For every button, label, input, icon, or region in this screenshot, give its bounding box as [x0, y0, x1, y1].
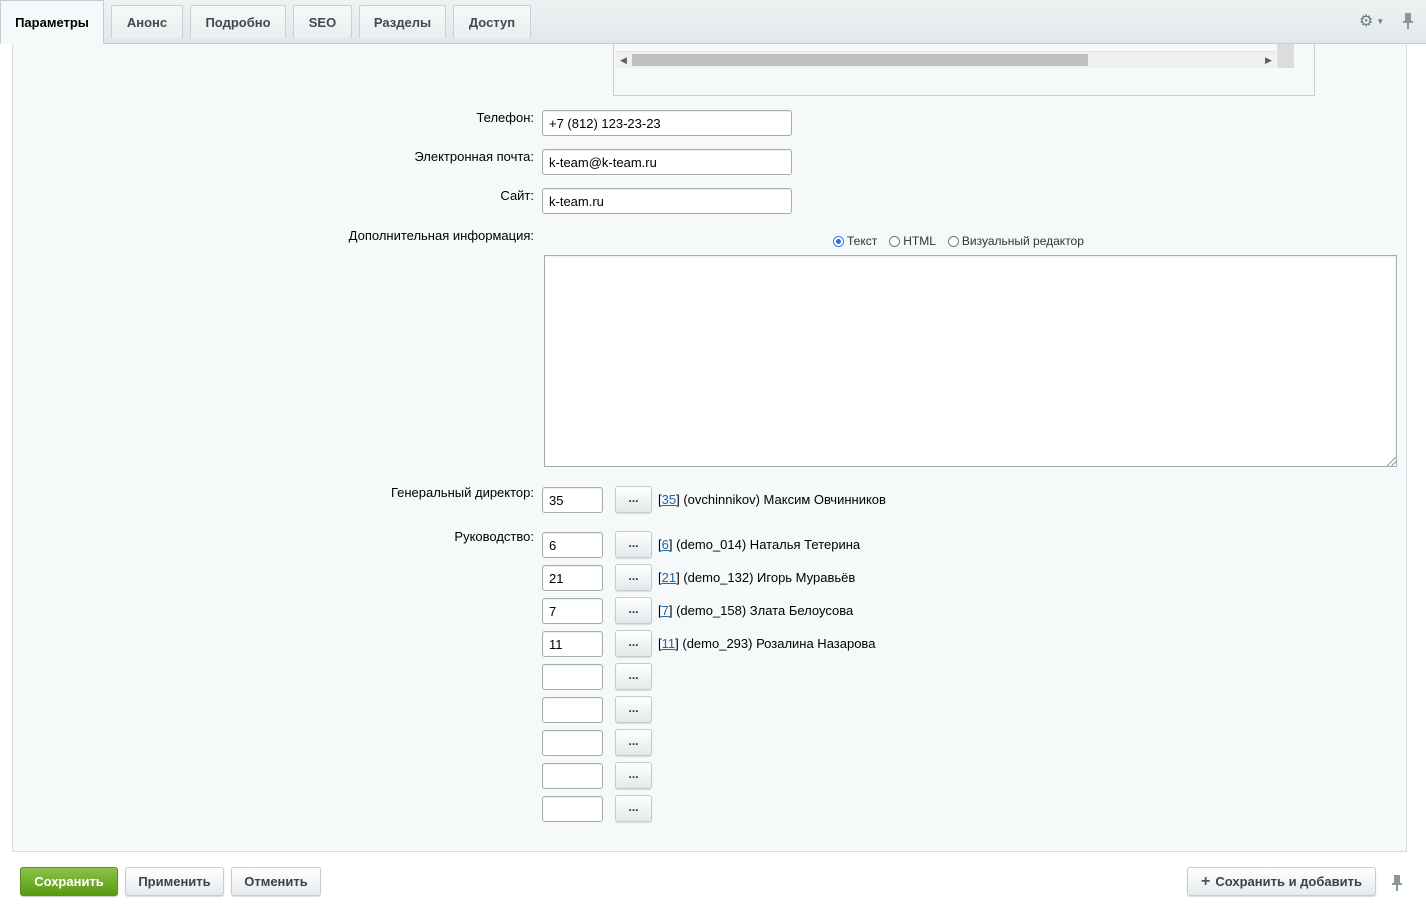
tab-sections[interactable]: Разделы: [359, 5, 446, 38]
management-info: [7] (demo_158) Злата Белоусова: [658, 603, 854, 618]
extra-info-textarea[interactable]: [544, 255, 1397, 467]
email-input[interactable]: [542, 149, 792, 175]
radio-checked-icon: [833, 235, 844, 247]
management-browse-button[interactable]: ...: [615, 795, 652, 822]
management-id-link[interactable]: 7: [662, 603, 669, 618]
extra-info-label: Дополнительная информация:: [348, 228, 534, 243]
management-info: [11] (demo_293) Розалина Назарова: [658, 636, 876, 651]
pin-icon[interactable]: [1401, 11, 1415, 31]
management-id-input[interactable]: [542, 796, 603, 822]
radio-unchecked-icon: [889, 235, 901, 247]
management-name: (demo_158) Злата Белоусова: [676, 603, 854, 618]
management-label: Руководство:: [454, 529, 534, 544]
mode-html-label: HTML: [903, 234, 936, 248]
tab-bar: Параметры Анонс Подробно SEO Разделы Дос…: [0, 0, 1426, 44]
management-info: [6] (demo_014) Наталья Тетерина: [658, 537, 861, 552]
management-id-input[interactable]: [542, 763, 603, 789]
pin-icon[interactable]: [1390, 873, 1404, 893]
director-info: [35] (ovchinnikov) Максим Овчинников: [658, 492, 886, 507]
resize-handle[interactable]: [1387, 457, 1396, 466]
director-id-input[interactable]: [542, 487, 603, 513]
management-name: (demo_014) Наталья Тетерина: [676, 537, 861, 552]
mode-html-radio[interactable]: HTML: [889, 234, 936, 248]
management-name: (demo_132) Игорь Муравьёв: [683, 570, 856, 585]
tab-seo[interactable]: SEO: [293, 5, 352, 38]
management-id-input[interactable]: [542, 730, 603, 756]
management-id-link[interactable]: 11: [662, 636, 676, 651]
management-browse-button[interactable]: ...: [615, 663, 652, 690]
management-browse-button[interactable]: ...: [615, 630, 652, 657]
management-id-input[interactable]: [542, 532, 603, 558]
apply-button[interactable]: Применить: [125, 867, 224, 896]
management-info: [21] (demo_132) Игорь Муравьёв: [658, 570, 856, 585]
management-browse-button[interactable]: ...: [615, 531, 652, 558]
scroll-left-icon[interactable]: ◀: [620, 52, 627, 68]
management-browse-button[interactable]: ...: [615, 597, 652, 624]
horizontal-scrollbar[interactable]: ◀ ▶: [616, 51, 1276, 68]
tab-parameters[interactable]: Параметры: [0, 0, 104, 44]
director-id-link[interactable]: 35: [662, 492, 676, 507]
management-id-input[interactable]: [542, 565, 603, 591]
tab-access[interactable]: Доступ: [453, 5, 531, 38]
management-browse-button[interactable]: ...: [615, 696, 652, 723]
scrollbar-corner: [1277, 44, 1294, 68]
scroll-right-icon[interactable]: ▶: [1265, 52, 1272, 68]
tab-announce[interactable]: Анонс: [111, 5, 183, 38]
management-name: (demo_293) Розалина Назарова: [682, 636, 876, 651]
cancel-button[interactable]: Отменить: [231, 867, 321, 896]
management-id-input[interactable]: [542, 598, 603, 624]
management-id-input[interactable]: [542, 631, 603, 657]
settings-menu-button[interactable]: ⚙ ▼: [1359, 12, 1385, 30]
tab-details[interactable]: Подробно: [190, 5, 286, 38]
editor-mode-group: Текст HTML Визуальный редактор: [833, 232, 1096, 250]
save-and-add-label: Сохранить и добавить: [1215, 874, 1362, 889]
mode-text-label: Текст: [847, 234, 878, 248]
site-input[interactable]: [542, 188, 792, 214]
director-browse-button[interactable]: ...: [615, 486, 652, 513]
phone-input[interactable]: [542, 110, 792, 136]
mode-visual-label: Визуальный редактор: [961, 234, 1084, 248]
phone-label: Телефон:: [476, 110, 534, 125]
radio-unchecked-icon: [947, 235, 959, 247]
director-label: Генеральный директор:: [390, 485, 534, 500]
chevron-down-icon: ▼: [1376, 16, 1385, 26]
save-button[interactable]: Сохранить: [20, 867, 118, 896]
save-and-add-button[interactable]: + Сохранить и добавить: [1187, 867, 1376, 896]
scrollbar-thumb[interactable]: [632, 54, 1088, 66]
scroll-area: ◀ ▶: [613, 44, 1315, 96]
management-id-input[interactable]: [542, 664, 603, 690]
email-label: Электронная почта:: [414, 149, 534, 164]
management-id-link[interactable]: 6: [662, 537, 669, 552]
plus-icon: +: [1201, 872, 1211, 890]
director-name: (ovchinnikov) Максим Овчинников: [683, 492, 886, 507]
management-browse-button[interactable]: ...: [615, 762, 652, 789]
management-id-link[interactable]: 21: [662, 570, 676, 585]
site-label: Сайт:: [500, 188, 534, 203]
mode-text-radio[interactable]: Текст: [833, 234, 877, 248]
mode-visual-radio[interactable]: Визуальный редактор: [947, 234, 1084, 248]
management-id-input[interactable]: [542, 697, 603, 723]
gear-icon: ⚙: [1359, 13, 1374, 30]
management-browse-button[interactable]: ...: [615, 564, 652, 591]
management-browse-button[interactable]: ...: [615, 729, 652, 756]
